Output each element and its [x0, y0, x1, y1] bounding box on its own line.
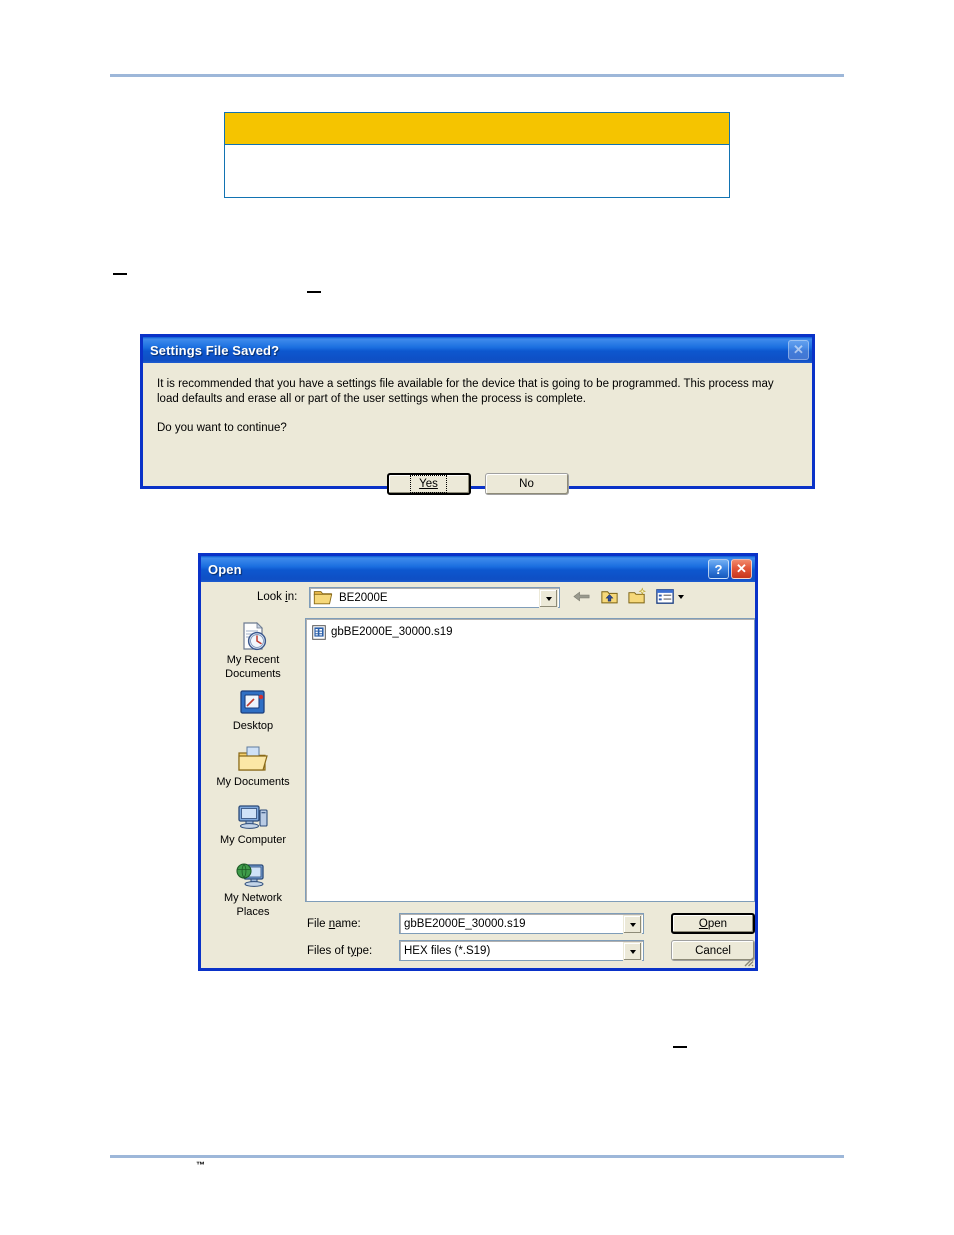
my-documents-icon: [238, 746, 268, 771]
settings-dialog-title: Settings File Saved?: [150, 342, 280, 358]
yes-button[interactable]: Yes: [386, 473, 471, 495]
no-button[interactable]: No: [484, 473, 569, 495]
up-one-level-icon[interactable]: [599, 586, 620, 607]
files-of-type-label: Files of type:: [307, 945, 373, 957]
chevron-down-icon[interactable]: [623, 915, 642, 934]
file-icon: [312, 624, 326, 640]
files-of-type-value: HEX files (*.S19): [404, 944, 491, 957]
look-in-label: Look in:: [257, 591, 298, 603]
open-dialog-body: Look in: BE2000E My Recent Documents Des…: [201, 582, 755, 968]
look-in-value: BE2000E: [339, 591, 388, 604]
note-table-body-row: [225, 145, 729, 197]
files-of-type-select[interactable]: HEX files (*.S19): [399, 940, 644, 961]
sidebar-item-my-documents[interactable]: My Documents: [205, 744, 301, 788]
sidebar-item-label: My Recent: [226, 654, 280, 666]
open-file-dialog: Open ? ✕ Look in: BE2000E My Recent Docu…: [198, 553, 758, 971]
recent-documents-icon: [243, 622, 267, 651]
chevron-down-icon[interactable]: [539, 589, 558, 608]
settings-dialog-titlebar[interactable]: Settings File Saved? ✕: [143, 337, 812, 363]
open-button-label: pen: [707, 917, 728, 930]
open-dialog-titlebar[interactable]: Open ? ✕: [201, 556, 755, 582]
settings-dialog-question: Do you want to continue?: [157, 422, 287, 434]
sidebar-item-label: My Documents: [216, 776, 290, 788]
resize-grip[interactable]: [741, 954, 754, 967]
new-folder-icon[interactable]: [627, 586, 648, 607]
desktop-icon: [240, 690, 265, 714]
text-dash-mark-1: [113, 273, 127, 275]
open-dialog-title: Open: [208, 561, 242, 577]
views-icon: [656, 589, 674, 604]
open-button-accel: O: [698, 917, 708, 930]
look-in-combo[interactable]: BE2000E: [309, 587, 560, 608]
footer-rule: [110, 1155, 844, 1158]
network-places-icon: [236, 863, 264, 887]
chevron-down-icon: [678, 594, 684, 599]
file-list[interactable]: gbBE2000E_30000.s19: [305, 618, 755, 902]
sidebar-item-my-network-places[interactable]: My Network Places: [205, 860, 301, 918]
back-icon[interactable]: [571, 586, 592, 607]
help-icon[interactable]: ?: [708, 559, 729, 579]
cancel-button-label: Cancel: [695, 944, 731, 957]
my-computer-icon: [238, 805, 268, 829]
views-button[interactable]: [655, 586, 684, 607]
sidebar-item-label-2: Documents: [225, 668, 281, 680]
list-item[interactable]: gbBE2000E_30000.s19: [310, 623, 750, 641]
note-table-header-text: [225, 113, 729, 121]
note-table: [224, 112, 730, 198]
settings-dialog-body: It is recommended that you have a settin…: [143, 363, 812, 512]
file-name-value: gbBE2000E_30000.s19: [404, 917, 526, 930]
note-table-body-text: [225, 145, 729, 153]
text-dash-mark-3: [673, 1046, 687, 1048]
settings-file-saved-dialog: Settings File Saved? ✕ It is recommended…: [140, 334, 815, 495]
close-icon[interactable]: ✕: [788, 340, 809, 360]
settings-dialog-button-row: Yes No: [143, 473, 812, 495]
text-dash-mark-2: [307, 291, 321, 293]
yes-button-label: Yes: [419, 478, 438, 490]
close-icon[interactable]: ✕: [731, 559, 752, 579]
sidebar-item-label-2: Places: [236, 906, 270, 918]
sidebar-item-desktop[interactable]: Desktop: [205, 688, 301, 732]
sidebar-item-label: Desktop: [232, 720, 274, 732]
open-button[interactable]: Open: [671, 913, 755, 934]
trademark-mark: ™: [196, 1160, 205, 1170]
sidebar-item-label: My Network: [223, 892, 283, 904]
header-rule: [110, 74, 844, 77]
chevron-down-icon[interactable]: [623, 942, 642, 961]
open-dialog-toolbar: [571, 586, 684, 607]
file-name-input[interactable]: gbBE2000E_30000.s19: [399, 913, 644, 934]
settings-dialog-message: It is recommended that you have a settin…: [157, 378, 774, 405]
file-name-label: File name:: [307, 918, 361, 930]
list-item-label: gbBE2000E_30000.s19: [331, 626, 453, 638]
note-table-header-row: [225, 113, 729, 145]
sidebar-item-my-computer[interactable]: My Computer: [205, 802, 301, 846]
sidebar-item-label: My Computer: [219, 834, 287, 846]
places-bar: My Recent Documents Desktop My Documents…: [205, 618, 301, 942]
open-folder-icon: [313, 591, 333, 605]
no-button-label: No: [519, 478, 534, 490]
sidebar-item-my-recent-documents[interactable]: My Recent Documents: [205, 620, 301, 680]
